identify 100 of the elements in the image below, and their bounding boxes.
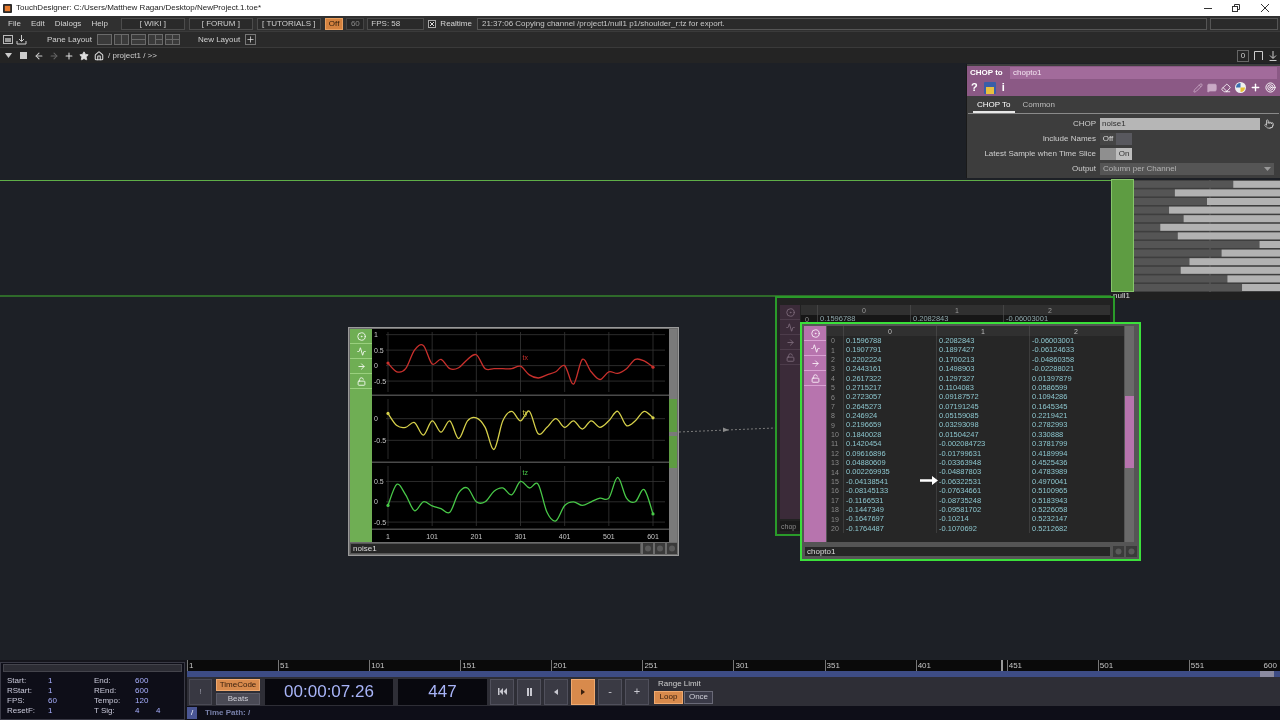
output-connector — [669, 399, 677, 432]
target-button[interactable] — [350, 329, 372, 344]
comment-icon[interactable] — [1207, 82, 1217, 93]
three-pane-icon[interactable] — [147, 34, 163, 45]
range-handle[interactable] — [1260, 671, 1274, 677]
pane-index-button[interactable]: 0 — [1237, 49, 1249, 62]
target-button[interactable] — [780, 305, 800, 320]
app-icon — [3, 3, 12, 13]
info-value: 600 — [135, 677, 150, 685]
graph-button[interactable] — [350, 344, 372, 359]
pencil-icon[interactable] — [1193, 82, 1203, 93]
node-flag-icon[interactable] — [643, 543, 653, 554]
lock-button[interactable] — [780, 350, 800, 365]
plus-icon[interactable] — [64, 50, 74, 61]
info-value: 120 — [135, 697, 150, 705]
two-column-icon[interactable] — [113, 34, 129, 45]
parameter-label: Latest Sample when Time Slice — [983, 150, 1097, 158]
range-limit-label: Range Limit — [657, 679, 702, 688]
time-mode-button[interactable]: TimeCode — [216, 678, 260, 691]
lock-button[interactable] — [804, 371, 826, 386]
table-node[interactable] — [800, 322, 1141, 561]
lock-button[interactable] — [350, 374, 372, 389]
frame-ruler[interactable]: 1 51 101 151 201 251 301 351 401 451 501 551 600 — [187, 660, 1280, 671]
menu-item[interactable]: Edit — [25, 19, 50, 28]
menu-link[interactable]: [ TUTORIALS ] — [256, 17, 321, 30]
pointer-icon[interactable] — [1264, 119, 1274, 129]
two-row-icon[interactable] — [130, 34, 146, 45]
menu-item[interactable]: File — [3, 19, 26, 28]
transport-button[interactable]: + — [625, 678, 649, 705]
time-path-label: Time Path: / — [205, 709, 251, 717]
graph-button[interactable] — [780, 320, 800, 335]
ruler-tick-label: 151 — [462, 661, 476, 670]
operator-name-field[interactable]: chopto1 — [1010, 67, 1277, 79]
close-icon — [1261, 4, 1269, 12]
back-arrow-icon[interactable] — [34, 50, 44, 61]
node-label: chopto1 — [804, 546, 1111, 557]
ruler-tick-label: 600 — [1263, 661, 1278, 670]
info-value: 4 — [156, 707, 162, 715]
ruler-tick-label: 201 — [553, 661, 567, 670]
info-label: Start: — [7, 677, 28, 685]
dropdown[interactable]: Column per Channel — [1100, 163, 1274, 175]
arrow-right-icon — [810, 358, 820, 368]
eraser-icon[interactable] — [1221, 82, 1231, 93]
menu-item[interactable]: Help — [86, 19, 113, 28]
root-button[interactable]: / — [187, 707, 197, 719]
endpoint-dot — [386, 361, 390, 365]
parameter-tab[interactable]: Common — [1018, 99, 1059, 113]
menu-link[interactable]: [ FORUM ] — [188, 17, 253, 30]
dropdown-caret-icon[interactable] — [5, 53, 12, 58]
info-value: 600 — [135, 687, 150, 695]
single-pane-icon[interactable] — [96, 34, 112, 45]
node-flag-icon[interactable] — [655, 543, 665, 554]
operator-type: CHOP to — [970, 69, 1004, 77]
target-button[interactable] — [804, 326, 826, 341]
transport-button[interactable]: - — [598, 678, 622, 705]
menu-link[interactable]: [ WIKI ] — [120, 17, 185, 30]
script-icon[interactable] — [1235, 82, 1246, 93]
graph-icon — [810, 343, 820, 353]
playhead[interactable] — [1001, 660, 1004, 671]
text-field[interactable]: noise1 — [1100, 118, 1260, 130]
range-option-button[interactable]: Once — [684, 690, 713, 704]
graph-button[interactable] — [804, 341, 826, 356]
tool-button[interactable]: i — [1001, 82, 1005, 93]
play-icon — [581, 688, 585, 695]
plus-icon — [246, 35, 256, 44]
timecode-display: 00:00:07.26 — [265, 678, 393, 705]
menu-item[interactable]: Dialogs — [49, 19, 87, 28]
endpoint-dot — [386, 411, 390, 416]
info-label: End: — [94, 677, 112, 685]
panel-icon[interactable] — [3, 35, 13, 44]
add-layout-button[interactable] — [245, 34, 257, 45]
four-pane-icon[interactable] — [164, 34, 180, 45]
info-label: REnd: — [94, 687, 118, 695]
star-icon[interactable] — [79, 50, 89, 61]
time-mode-button[interactable]: Beats — [216, 692, 260, 705]
arrow-right-icon — [356, 361, 366, 371]
power-button[interactable]: Off — [324, 17, 344, 30]
node-flag-icon[interactable] — [667, 543, 677, 554]
node-flag-icon[interactable] — [1113, 546, 1124, 557]
range-option-button[interactable]: Loop — [654, 690, 683, 704]
plus-icon[interactable] — [1250, 82, 1261, 93]
forward-arrow-icon[interactable] — [49, 50, 59, 61]
checkbox[interactable] — [428, 19, 437, 28]
frame-icon[interactable] — [1254, 51, 1263, 60]
target-icon — [785, 307, 795, 317]
tool-button[interactable]: ? — [971, 82, 978, 93]
transport-button[interactable] — [490, 678, 514, 705]
transport-button[interactable] — [571, 678, 595, 705]
reset-button[interactable]: ! — [189, 678, 212, 705]
network-path[interactable]: / project1 / >> — [108, 51, 157, 60]
scrollbar-thumb[interactable] — [1125, 396, 1134, 468]
info-value: 1 — [48, 677, 54, 685]
download-icon[interactable] — [16, 34, 27, 45]
transport-button[interactable] — [517, 678, 541, 705]
minimize-icon — [1204, 7, 1212, 9]
home-icon[interactable] — [94, 50, 104, 61]
down-arrow-icon[interactable] — [1269, 50, 1277, 61]
target-icon[interactable] — [1265, 82, 1276, 93]
document-icon[interactable] — [983, 81, 996, 94]
node-flag-icon[interactable] — [1126, 546, 1137, 557]
